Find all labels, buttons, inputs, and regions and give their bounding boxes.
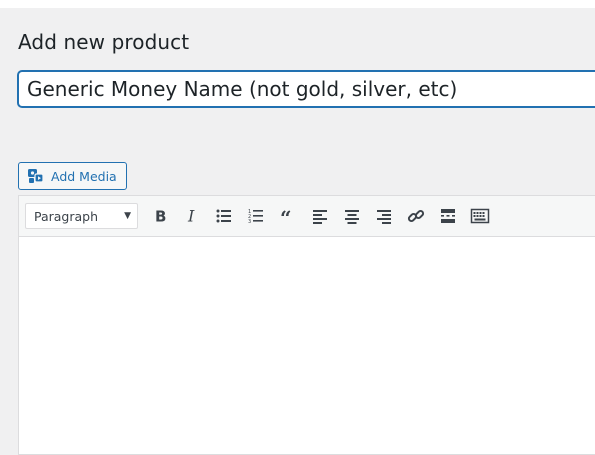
- add-media-icon: [27, 167, 45, 185]
- numbered-list-button[interactable]: 1 2 3: [240, 202, 272, 230]
- paragraph-format-select[interactable]: Paragraph ▼: [25, 203, 138, 229]
- add-media-label: Add Media: [51, 168, 117, 184]
- read-more-icon: [441, 209, 455, 223]
- svg-text:“: “: [280, 206, 292, 226]
- editor-content-area[interactable]: [19, 237, 595, 455]
- product-title-input[interactable]: [18, 71, 595, 107]
- numbered-list-icon: 1 2 3: [248, 209, 263, 225]
- toolbar-toggle-button[interactable]: [464, 202, 496, 230]
- italic-icon: I: [187, 207, 195, 226]
- add-media-button[interactable]: Add Media: [18, 162, 127, 190]
- bold-icon: B: [155, 208, 166, 226]
- format-select-value: Paragraph: [34, 208, 99, 224]
- align-right-icon: [377, 210, 391, 224]
- chevron-down-icon: ▼: [124, 211, 131, 221]
- insert-link-button[interactable]: [400, 202, 432, 230]
- align-left-button[interactable]: [304, 202, 336, 230]
- blockquote-button[interactable]: “: [272, 202, 304, 230]
- align-left-icon: [313, 210, 327, 224]
- link-icon: [407, 209, 425, 223]
- content-editor: Paragraph ▼ B I 1 2 3 “: [18, 195, 595, 455]
- svg-text:B: B: [155, 208, 166, 226]
- bulleted-list-button[interactable]: [208, 202, 240, 230]
- bulleted-list-icon: [216, 209, 231, 223]
- align-right-button[interactable]: [368, 202, 400, 230]
- page-title: Add new product: [18, 30, 190, 54]
- svg-text:I: I: [187, 207, 195, 226]
- blockquote-icon: “: [280, 206, 292, 226]
- keyboard-icon: [470, 208, 490, 224]
- admin-header-strip: [0, 0, 595, 8]
- editor-toolbar: Paragraph ▼ B I 1 2 3 “: [19, 196, 595, 237]
- align-center-icon: [345, 210, 359, 224]
- svg-text:3: 3: [248, 219, 251, 225]
- read-more-button[interactable]: [432, 202, 464, 230]
- bold-button[interactable]: B: [144, 202, 176, 230]
- italic-button[interactable]: I: [176, 202, 208, 230]
- align-center-button[interactable]: [336, 202, 368, 230]
